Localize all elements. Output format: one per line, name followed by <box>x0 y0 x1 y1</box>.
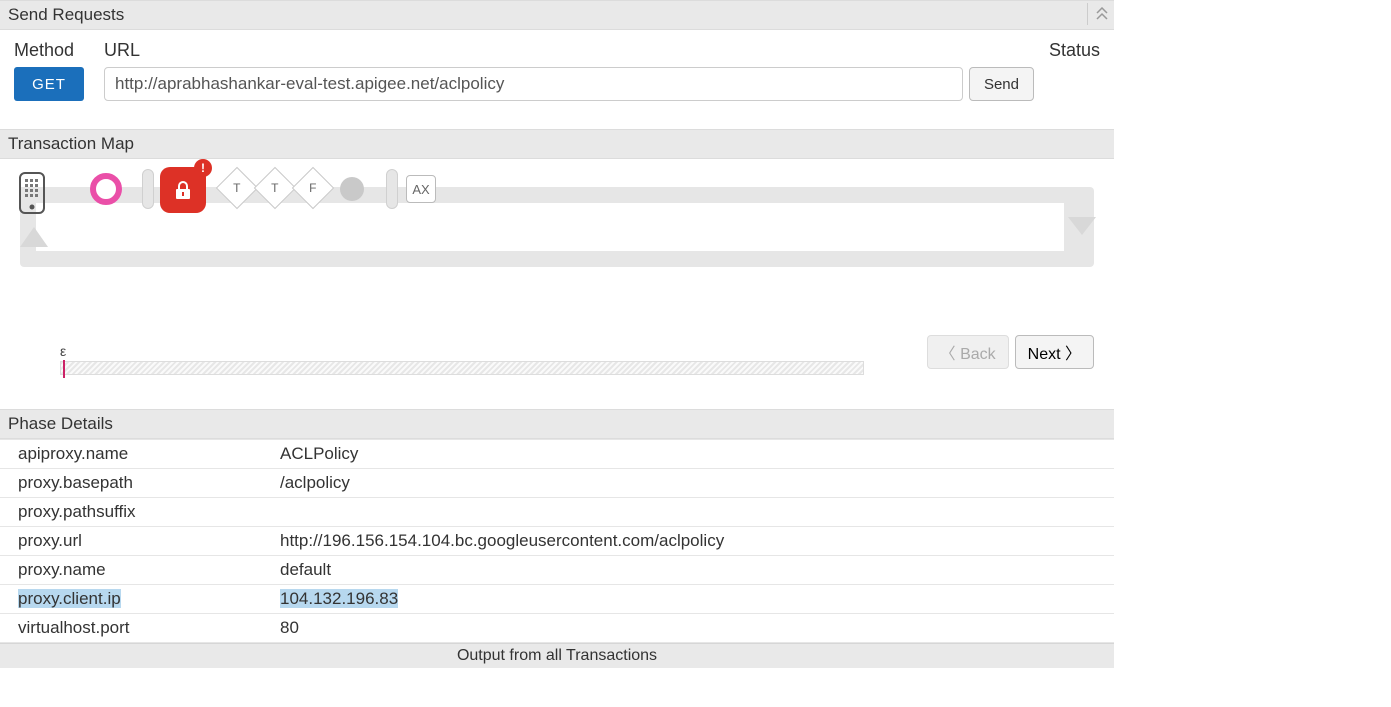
analytics-node[interactable]: AX <box>406 175 436 203</box>
method-button[interactable]: GET <box>14 67 84 101</box>
table-row[interactable]: proxy.client.ip104.132.196.83 <box>0 585 1114 614</box>
phase-key: proxy.pathsuffix <box>0 498 270 527</box>
send-requests-header: Send Requests <box>0 0 1114 30</box>
transaction-map-title: Transaction Map <box>8 134 134 153</box>
error-badge-icon: ! <box>194 159 212 177</box>
timeline-marker[interactable] <box>63 360 65 378</box>
phase-details-title: Phase Details <box>8 414 113 433</box>
status-label: Status <box>1040 40 1100 67</box>
table-row[interactable]: proxy.urlhttp://196.156.154.104.bc.googl… <box>0 527 1114 556</box>
flow-lane-return <box>20 251 1094 267</box>
timeline[interactable]: ε <box>60 343 864 369</box>
table-row[interactable]: proxy.basepath/aclpolicy <box>0 469 1114 498</box>
phase-value: ACLPolicy <box>270 440 1114 469</box>
url-label: URL <box>104 40 1040 67</box>
table-row[interactable]: proxy.namedefault <box>0 556 1114 585</box>
transaction-map-header: Transaction Map <box>0 129 1114 159</box>
table-row[interactable]: virtualhost.port80 <box>0 614 1114 643</box>
send-requests-title: Send Requests <box>8 5 124 24</box>
phase-value: /aclpolicy <box>270 469 1114 498</box>
next-button[interactable]: Next 〉 <box>1015 335 1094 369</box>
phase-key: proxy.url <box>0 527 270 556</box>
arrow-up-icon <box>20 227 48 247</box>
client-device-icon[interactable] <box>16 171 48 215</box>
phase-key: proxy.name <box>0 556 270 585</box>
flow-step-node[interactable] <box>340 177 364 201</box>
phase-value <box>270 498 1114 527</box>
phase-value: 104.132.196.83 <box>270 585 1114 614</box>
flow-separator <box>386 169 398 209</box>
send-button[interactable]: Send <box>969 67 1034 101</box>
method-label: Method <box>14 40 104 67</box>
phase-key: proxy.basepath <box>0 469 270 498</box>
acl-policy-node[interactable]: ! <box>160 167 206 213</box>
back-button[interactable]: 〈 Back <box>927 335 1009 369</box>
phase-key: virtualhost.port <box>0 614 270 643</box>
send-requests-panel: Method URL Status GET Send <box>0 30 1114 129</box>
timeline-bar[interactable] <box>60 361 864 375</box>
url-input[interactable] <box>104 67 963 101</box>
table-row[interactable]: proxy.pathsuffix <box>0 498 1114 527</box>
collapse-icon[interactable] <box>1087 3 1108 25</box>
transaction-map-panel: ! T T F AX ε 〈 Back Next 〉 <box>0 159 1114 409</box>
phase-value: http://196.156.154.104.bc.googleusercont… <box>270 527 1114 556</box>
timeline-label: ε <box>60 343 864 359</box>
flow-separator <box>142 169 154 209</box>
phase-value: default <box>270 556 1114 585</box>
request-start-node[interactable] <box>90 173 122 205</box>
arrow-down-icon <box>1068 217 1096 235</box>
phase-key: apiproxy.name <box>0 440 270 469</box>
table-row[interactable]: apiproxy.nameACLPolicy <box>0 440 1114 469</box>
footer-bar[interactable]: Output from all Transactions <box>0 643 1114 668</box>
phase-key: proxy.client.ip <box>0 585 270 614</box>
footer-label: Output from all Transactions <box>457 647 657 664</box>
phase-details-table: apiproxy.nameACLPolicyproxy.basepath/acl… <box>0 439 1114 643</box>
phase-details-header: Phase Details <box>0 409 1114 439</box>
phase-value: 80 <box>270 614 1114 643</box>
